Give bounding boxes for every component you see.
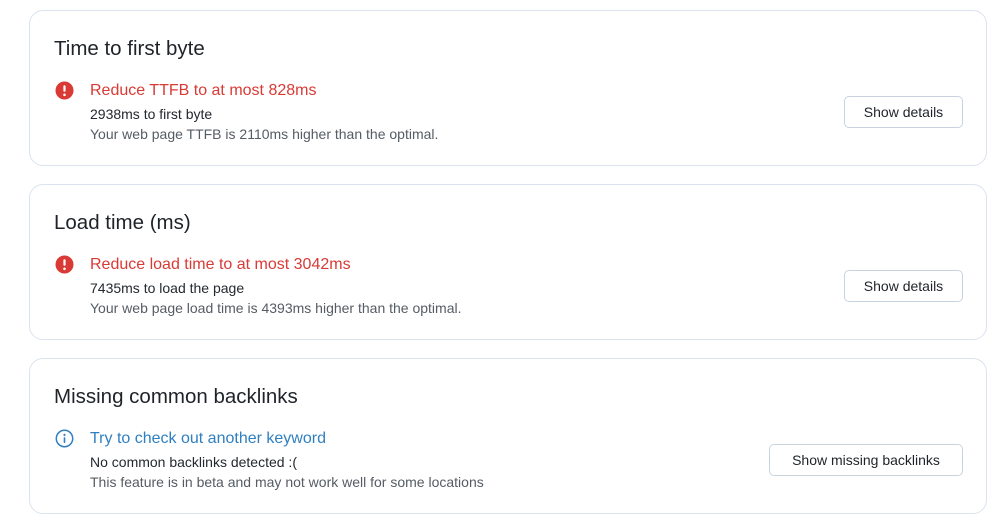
detail-text: Your web page load time is 4393ms higher… bbox=[90, 300, 462, 316]
info-icon bbox=[55, 429, 74, 448]
page: Time to first byte Reduce TTFB to at mos… bbox=[0, 0, 1008, 521]
show-details-button[interactable]: Show details bbox=[844, 96, 963, 128]
card-time-to-first-byte: Time to first byte Reduce TTFB to at mos… bbox=[29, 10, 987, 166]
recommendation-headline: Reduce load time to at most 3042ms bbox=[90, 256, 351, 273]
measured-value: 2938ms to first byte bbox=[90, 106, 213, 122]
detail-text: Your web page TTFB is 2110ms higher than… bbox=[90, 126, 439, 142]
card-title: Missing common backlinks bbox=[54, 385, 298, 408]
show-details-button[interactable]: Show details bbox=[844, 270, 963, 302]
detail-text: This feature is in beta and may not work… bbox=[90, 474, 484, 490]
card-missing-common-backlinks: Missing common backlinks Try to check ou… bbox=[29, 358, 987, 514]
measured-value: 7435ms to load the page bbox=[90, 280, 245, 296]
error-icon bbox=[55, 255, 74, 274]
measured-value: No common backlinks detected :( bbox=[90, 454, 297, 470]
error-icon bbox=[55, 81, 74, 100]
card-load-time: Load time (ms) Reduce load time to at mo… bbox=[29, 184, 987, 340]
show-missing-backlinks-button[interactable]: Show missing backlinks bbox=[769, 444, 963, 476]
recommendation-headline: Reduce TTFB to at most 828ms bbox=[90, 82, 317, 99]
recommendation-headline: Try to check out another keyword bbox=[90, 430, 326, 447]
card-title: Load time (ms) bbox=[54, 211, 191, 234]
card-title: Time to first byte bbox=[54, 37, 205, 60]
